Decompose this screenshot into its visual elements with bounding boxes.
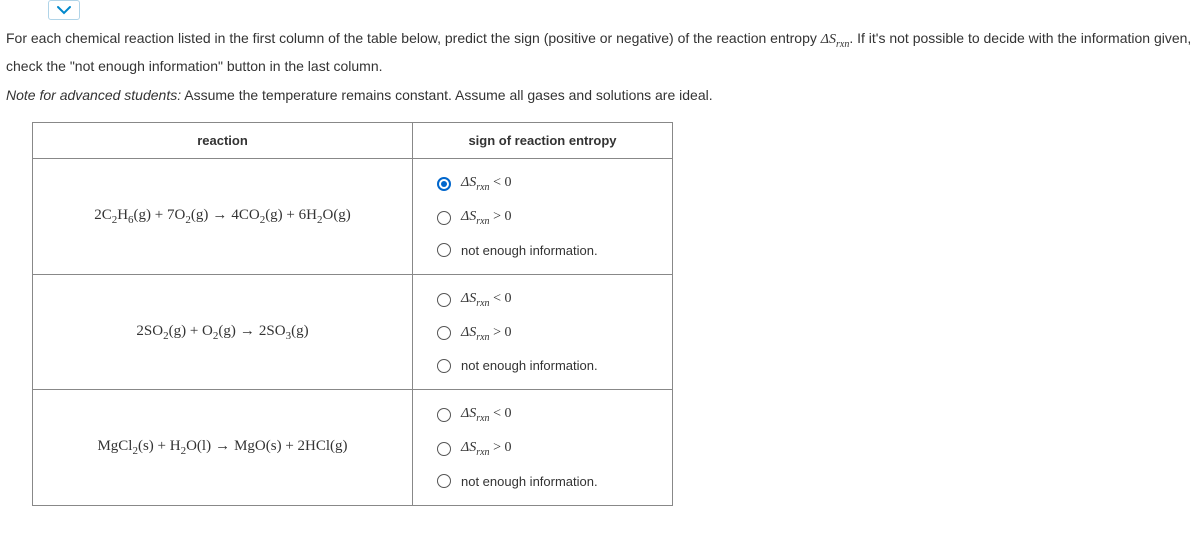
option-label: ΔSrxn > 0	[461, 440, 511, 458]
table-row: 2C2H6(g) + 7O2(g)→4CO2(g) + 6H2O(g) ΔSrx…	[33, 159, 673, 275]
option-lt-2[interactable]: ΔSrxn < 0	[433, 283, 652, 317]
collapse-toggle[interactable]	[48, 0, 80, 20]
option-label: not enough information.	[461, 358, 598, 373]
option-gt-1[interactable]: ΔSrxn > 0	[433, 201, 652, 235]
instr-text-1: For each chemical reaction listed in the…	[6, 30, 821, 46]
option-nei-2[interactable]: not enough information.	[433, 350, 652, 381]
option-label: ΔSrxn < 0	[461, 406, 511, 424]
option-label: not enough information.	[461, 474, 598, 489]
radio-icon	[437, 177, 451, 191]
options-2: ΔSrxn < 0 ΔSrxn > 0 not enough informati…	[413, 274, 673, 390]
radio-icon	[437, 442, 451, 456]
radio-icon	[437, 326, 451, 340]
option-lt-1[interactable]: ΔSrxn < 0	[433, 167, 652, 201]
table-row: MgCl2(s) + H2O(l)→MgO(s) + 2HCl(g) ΔSrxn…	[33, 390, 673, 506]
delta-s-symbol: ΔSrxn	[821, 32, 850, 47]
option-label: ΔSrxn < 0	[461, 175, 511, 193]
options-1: ΔSrxn < 0 ΔSrxn > 0 not enough informati…	[413, 159, 673, 275]
options-3: ΔSrxn < 0 ΔSrxn > 0 not enough informati…	[413, 390, 673, 506]
option-gt-3[interactable]: ΔSrxn > 0	[433, 432, 652, 466]
note-prefix: Note for advanced students:	[6, 87, 181, 103]
note-line: Note for advanced students: Assume the t…	[6, 83, 1194, 108]
option-gt-2[interactable]: ΔSrxn > 0	[433, 317, 652, 351]
reaction-2: 2SO2(g) + O2(g)→2SO3(g)	[33, 274, 413, 390]
reaction-1: 2C2H6(g) + 7O2(g)→4CO2(g) + 6H2O(g)	[33, 159, 413, 275]
table-row: 2SO2(g) + O2(g)→2SO3(g) ΔSrxn < 0 ΔSrxn …	[33, 274, 673, 390]
header-sign: sign of reaction entropy	[413, 123, 673, 159]
option-lt-3[interactable]: ΔSrxn < 0	[433, 398, 652, 432]
radio-icon	[437, 359, 451, 373]
radio-icon	[437, 211, 451, 225]
option-label: ΔSrxn > 0	[461, 209, 511, 227]
reactions-table: reaction sign of reaction entropy 2C2H6(…	[32, 122, 673, 506]
instructions-block: For each chemical reaction listed in the…	[6, 26, 1194, 108]
radio-icon	[437, 243, 451, 257]
option-label: not enough information.	[461, 243, 598, 258]
instruction-line-1: For each chemical reaction listed in the…	[6, 26, 1194, 79]
option-nei-1[interactable]: not enough information.	[433, 235, 652, 266]
option-nei-3[interactable]: not enough information.	[433, 466, 652, 497]
radio-icon	[437, 293, 451, 307]
radio-icon	[437, 408, 451, 422]
header-reaction: reaction	[33, 123, 413, 159]
radio-icon	[437, 474, 451, 488]
option-label: ΔSrxn < 0	[461, 291, 511, 309]
note-text: Assume the temperature remains constant.…	[181, 87, 713, 103]
chevron-down-icon	[56, 4, 72, 16]
reaction-3: MgCl2(s) + H2O(l)→MgO(s) + 2HCl(g)	[33, 390, 413, 506]
option-label: ΔSrxn > 0	[461, 325, 511, 343]
